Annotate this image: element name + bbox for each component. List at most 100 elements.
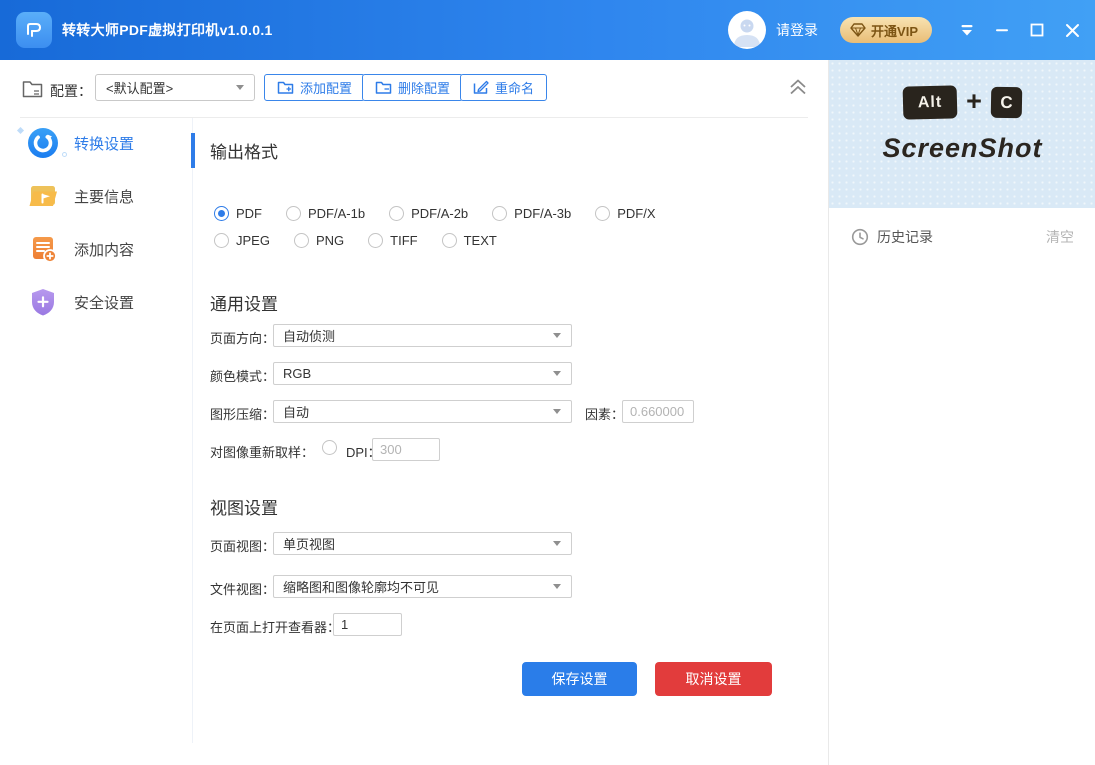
config-select-value: <默认配置> xyxy=(106,78,236,97)
sidebar-item-label: 主要信息 xyxy=(74,186,134,207)
add-config-button[interactable]: 添加配置 xyxy=(264,74,365,101)
chevron-down-icon xyxy=(553,333,561,338)
chevron-down-icon xyxy=(553,371,561,376)
radio-icon xyxy=(442,233,457,248)
chevron-down-icon xyxy=(553,409,561,414)
factor-input[interactable] xyxy=(622,400,694,423)
app-title: 转转大师PDF虚拟打印机v1.0.0.1 xyxy=(62,0,273,60)
sidebar-item-label: 添加内容 xyxy=(74,239,134,260)
toolbar-divider xyxy=(20,117,808,118)
content-left-border xyxy=(192,118,193,743)
vip-button[interactable]: 开通VIP xyxy=(840,17,932,43)
viewer-on-page-label: 在页面上打开查看器： xyxy=(210,617,340,636)
format-radio-tiff[interactable]: TIFF xyxy=(368,233,417,248)
delete-config-button[interactable]: 删除配置 xyxy=(362,74,463,101)
radio-icon xyxy=(595,206,610,221)
save-settings-button[interactable]: 保存设置 xyxy=(522,662,637,696)
compression-select[interactable]: 自动 xyxy=(273,400,572,423)
format-radio-pdf[interactable]: PDF xyxy=(214,206,262,221)
app-window: 转转大师PDF虚拟打印机v1.0.0.1 请登录 开通VIP xyxy=(0,0,1095,765)
screenshot-promo-banner[interactable]: Alt + C ScreenShot xyxy=(829,60,1095,208)
login-link[interactable]: 请登录 xyxy=(776,20,818,40)
plus-sign: + xyxy=(966,86,982,117)
convert-settings-icon xyxy=(26,126,60,160)
maximize-button[interactable] xyxy=(1028,21,1046,39)
history-header: 历史记录 清空 xyxy=(829,220,1095,254)
add-config-label: 添加配置 xyxy=(300,78,352,97)
rename-pencil-icon xyxy=(473,80,489,95)
add-content-document-icon xyxy=(26,232,60,266)
rename-label: 重命名 xyxy=(495,78,534,97)
radio-icon xyxy=(214,233,229,248)
cancel-settings-button[interactable]: 取消设置 xyxy=(655,662,772,696)
collapse-panel-icon[interactable] xyxy=(786,76,812,100)
diamond-icon xyxy=(850,23,866,37)
history-label: 历史记录 xyxy=(877,227,933,247)
factor-label: 因素： xyxy=(585,404,624,423)
section-accent-bar xyxy=(191,133,195,168)
delete-config-label: 删除配置 xyxy=(398,78,450,97)
page-orientation-select[interactable]: 自动侦测 xyxy=(273,324,572,347)
output-format-heading: 输出格式 xyxy=(210,138,278,163)
format-radio-row-1: PDF PDF/A-1b PDF/A-2b PDF/A-3b PDF/X xyxy=(214,206,656,221)
app-logo-icon xyxy=(16,12,52,48)
sidebar: 转换设置 主要信息 添加内容 xyxy=(0,126,190,338)
page-orientation-label: 页面方向： xyxy=(210,328,275,347)
sidebar-item-add-content[interactable]: 添加内容 xyxy=(0,232,190,266)
dpi-input[interactable] xyxy=(372,438,440,461)
titlebar: 转转大师PDF虚拟打印机v1.0.0.1 请登录 开通VIP xyxy=(0,0,1095,60)
format-radio-text[interactable]: TEXT xyxy=(442,233,497,248)
chevron-down-icon xyxy=(553,584,561,589)
sidebar-item-convert-settings[interactable]: 转换设置 xyxy=(0,126,190,160)
radio-icon xyxy=(214,206,229,221)
shortcut-keys: Alt + C xyxy=(903,86,1022,119)
user-avatar[interactable] xyxy=(728,11,766,49)
skin-menu-icon[interactable] xyxy=(958,21,976,39)
color-mode-label: 颜色模式： xyxy=(210,366,275,385)
clock-icon xyxy=(851,228,869,246)
page-view-select[interactable]: 单页视图 xyxy=(273,532,572,555)
right-panel: Alt + C ScreenShot 历史记录 清空 xyxy=(828,60,1095,765)
format-radio-jpeg[interactable]: JPEG xyxy=(214,233,270,248)
config-folder-icon xyxy=(22,79,43,103)
vip-label: 开通VIP xyxy=(871,21,918,40)
radio-icon xyxy=(294,233,309,248)
alt-keycap: Alt xyxy=(903,85,958,119)
format-radio-pdfa1b[interactable]: PDF/A-1b xyxy=(286,206,365,221)
format-radio-row-2: JPEG PNG TIFF TEXT xyxy=(214,233,497,248)
file-view-label: 文件视图： xyxy=(210,579,275,598)
folder-minus-icon xyxy=(375,80,392,95)
radio-icon xyxy=(286,206,301,221)
format-radio-pdfa3b[interactable]: PDF/A-3b xyxy=(492,206,571,221)
format-radio-pdfx[interactable]: PDF/X xyxy=(595,206,655,221)
resample-label: 对图像重新取样： xyxy=(210,442,314,461)
sidebar-item-security-settings[interactable]: 安全设置 xyxy=(0,285,190,319)
format-radio-png[interactable]: PNG xyxy=(294,233,344,248)
view-settings-heading: 视图设置 xyxy=(210,494,278,519)
folder-plus-icon xyxy=(277,80,294,95)
file-view-select[interactable]: 缩略图和图像轮廓均不可见 xyxy=(273,575,572,598)
minimize-button[interactable] xyxy=(993,21,1011,39)
config-select[interactable]: <默认配置> xyxy=(95,74,255,101)
radio-icon xyxy=(389,206,404,221)
general-settings-heading: 通用设置 xyxy=(210,290,278,315)
page-view-label: 页面视图： xyxy=(210,536,275,555)
radio-icon xyxy=(368,233,383,248)
close-button[interactable] xyxy=(1063,21,1081,39)
sparkle-decoration xyxy=(17,127,24,134)
sidebar-item-label: 转换设置 xyxy=(74,133,134,154)
sidebar-item-main-info[interactable]: 主要信息 xyxy=(0,179,190,213)
radio-icon xyxy=(492,206,507,221)
resample-radio[interactable] xyxy=(322,440,337,455)
clear-history-button[interactable]: 清空 xyxy=(1046,227,1074,247)
compression-label: 图形压缩： xyxy=(210,404,275,423)
viewer-on-page-input[interactable] xyxy=(333,613,402,636)
security-shield-icon xyxy=(26,285,60,319)
main-info-folder-icon xyxy=(26,179,60,213)
c-keycap: C xyxy=(991,87,1023,119)
sparkle-decoration xyxy=(62,152,67,157)
format-radio-pdfa2b[interactable]: PDF/A-2b xyxy=(389,206,468,221)
rename-button[interactable]: 重命名 xyxy=(460,74,547,101)
color-mode-select[interactable]: RGB xyxy=(273,362,572,385)
config-label: 配置： xyxy=(50,81,92,101)
